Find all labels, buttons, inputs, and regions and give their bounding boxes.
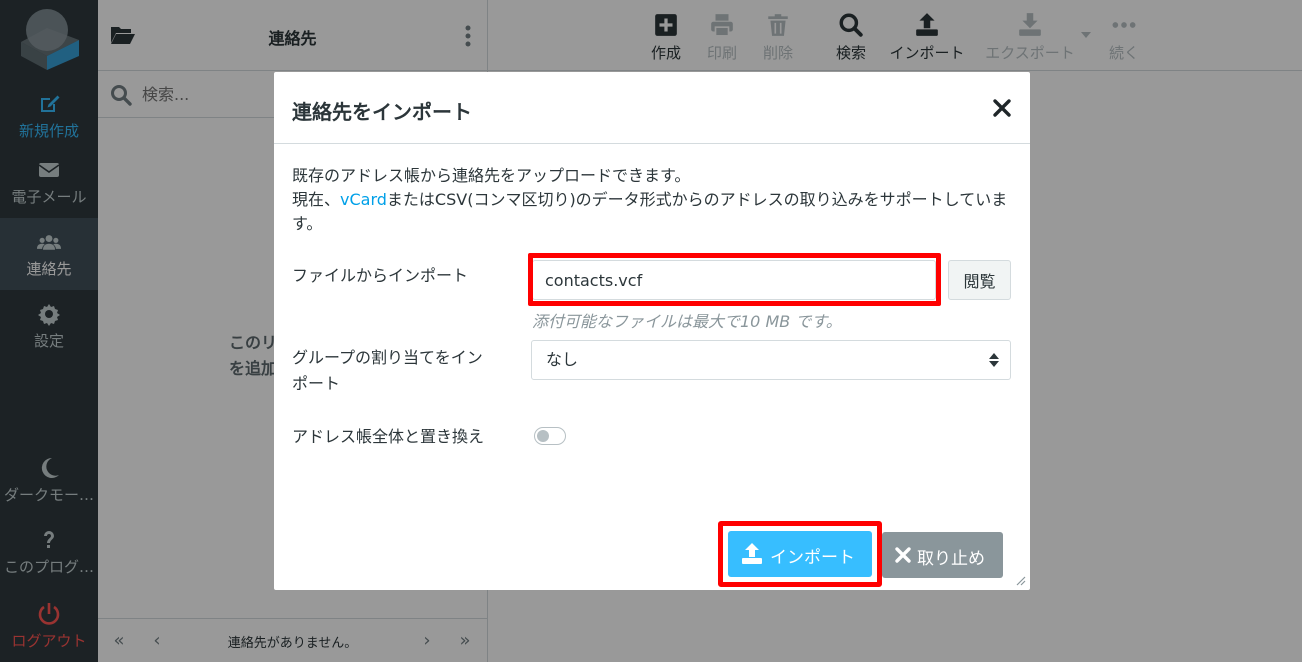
- intro-pre: 現在、: [292, 190, 341, 209]
- toggle-knob: [537, 430, 549, 442]
- intro-line-2: 現在、vCardまたはCSV(コンマ区切り)のデータ形式からのアドレスの取り込み…: [292, 188, 1016, 236]
- browse-button[interactable]: 閲覧: [948, 260, 1011, 300]
- import-contacts-dialog: 連絡先をインポート 既存のアドレス帳から連絡先をアップロードできます。 現在、v…: [274, 72, 1030, 590]
- group-assign-label-line-1: グループの割り当てをイン: [292, 348, 483, 367]
- upload-icon: [742, 543, 762, 564]
- close-icon[interactable]: [990, 96, 1014, 120]
- dialog-title: 連絡先をインポート: [292, 100, 472, 124]
- resize-grip-icon[interactable]: [1014, 574, 1026, 586]
- group-select-value: なし: [546, 350, 579, 369]
- import-button[interactable]: インポート: [728, 531, 872, 577]
- cancel-button-label: 取り止め: [917, 549, 985, 569]
- intro-post: またはCSV(コンマ区切り)のデータ形式からのアドレスの取り込みをサポートしてい…: [292, 190, 1008, 233]
- close-icon: [895, 547, 911, 563]
- group-assign-label: グループの割り当てをイン ポート: [292, 345, 483, 397]
- group-select[interactable]: なし: [531, 340, 1011, 380]
- dialog-intro: 既存のアドレス帳から連絡先をアップロードできます。 現在、vCardまたはCSV…: [292, 164, 1016, 236]
- replace-toggle[interactable]: [534, 427, 566, 445]
- file-input[interactable]: [532, 260, 936, 300]
- vcard-link[interactable]: vCard: [340, 190, 387, 209]
- dialog-header: 連絡先をインポート: [274, 72, 1030, 144]
- select-updown-icon: [989, 353, 999, 367]
- intro-line-1: 既存のアドレス帳から連絡先をアップロードできます。: [292, 166, 691, 185]
- file-import-label: ファイルからインポート: [292, 266, 469, 285]
- group-assign-label-line-2: ポート: [292, 374, 341, 393]
- import-button-label: インポート: [770, 548, 855, 568]
- cancel-button[interactable]: 取り止め: [882, 532, 1003, 578]
- replace-label: アドレス帳全体と置き換え: [292, 427, 485, 446]
- file-size-hint: 添付可能なファイルは最大で10 MB です。: [532, 312, 842, 331]
